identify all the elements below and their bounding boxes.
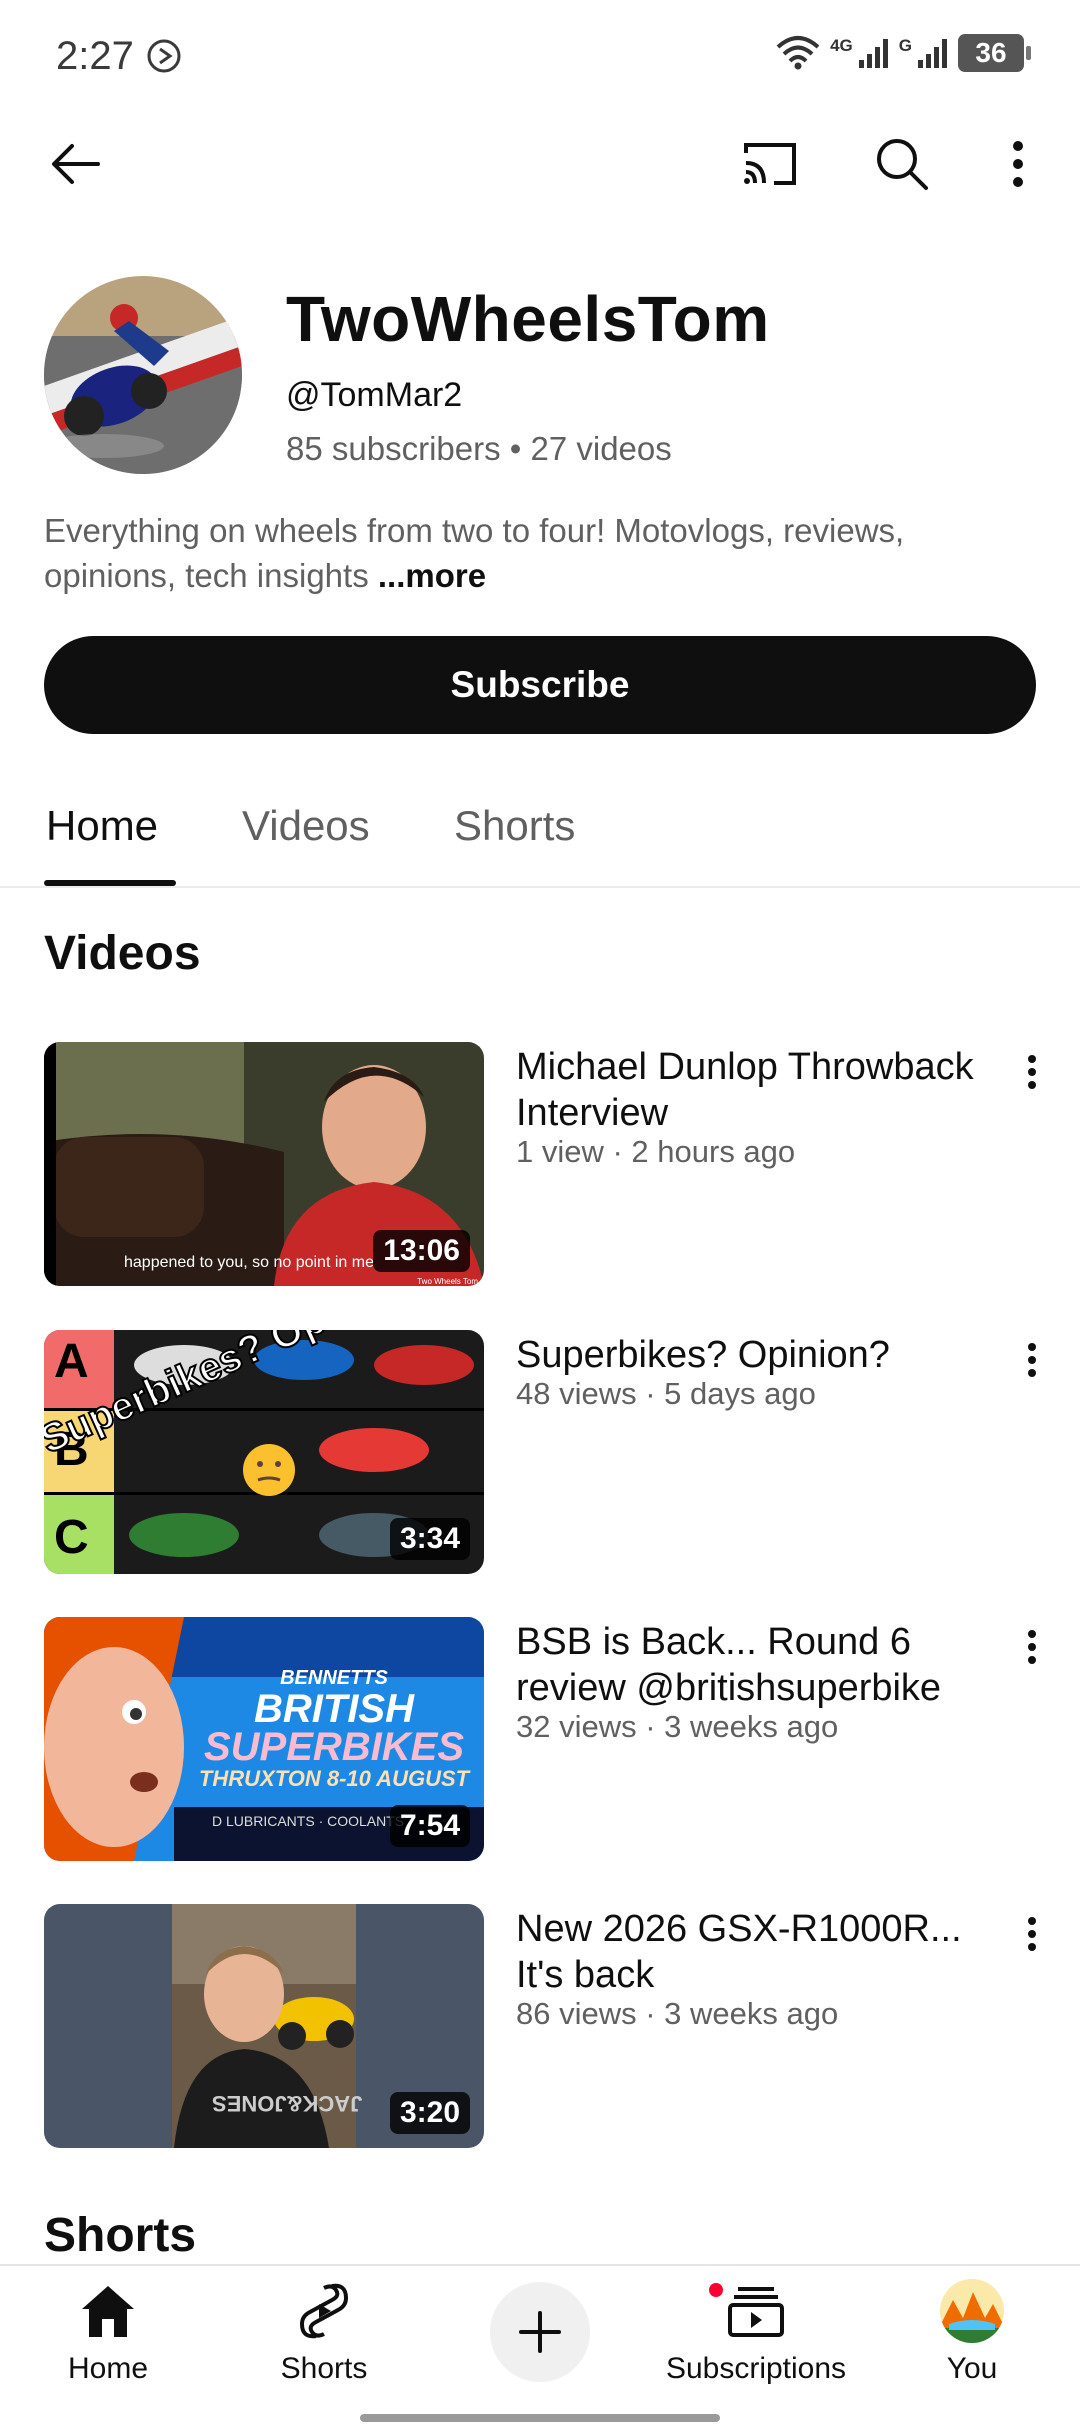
create-button[interactable] [490, 2282, 590, 2382]
video-thumbnail[interactable]: JACK&JONES 3:20 [44, 1904, 484, 2148]
video-duration: 7:54 [389, 1805, 470, 1847]
wifi-icon [776, 36, 820, 70]
video-menu-button[interactable] [1012, 1904, 1052, 1964]
video-title[interactable]: Superbikes? Opinion? [516, 1332, 986, 1378]
tier-label-c: C [54, 1511, 89, 1564]
top-app-bar [0, 120, 1080, 210]
more-options-button[interactable] [978, 124, 1058, 204]
video-duration: 13:06 [373, 1230, 470, 1272]
signal-icon-2 [918, 39, 947, 68]
bottom-navigation: Home Shorts Subscriptions You [0, 2264, 1080, 2436]
gesture-home-indicator[interactable] [360, 2414, 720, 2422]
tab-home[interactable]: Home [46, 802, 158, 850]
status-icons: 4G G 36 [776, 34, 1031, 72]
nav-label-home: Home [67, 2352, 149, 2385]
plus-icon [519, 2311, 561, 2353]
network-type-2: G [898, 36, 912, 55]
video-meta: 32 views · 3 weeks ago [516, 1709, 839, 1744]
video-menu-button[interactable] [1012, 1042, 1052, 1102]
video-duration: 3:34 [389, 1518, 470, 1560]
home-icon [82, 2286, 134, 2337]
status-bar: 2:27 4G G 36 [0, 0, 1080, 110]
channel-description[interactable]: Everything on wheels from two to four! M… [44, 508, 1044, 598]
section-title-videos: Videos [44, 927, 201, 980]
video-item[interactable]: happened to you, so no point in me Two W… [44, 1042, 1044, 1286]
video-item[interactable]: BENNETTS BRITISH SUPERBIKES THRUXTON 8-1… [44, 1617, 1044, 1861]
video-title[interactable]: BSB is Back... Round 6 review @britishsu… [516, 1619, 986, 1711]
thumb-line-5: D LUBRICANTS · COOLANTS [212, 1813, 405, 1829]
tab-shorts[interactable]: Shorts [454, 802, 575, 850]
thumbnail-shirt-text: JACK&JONES [212, 2091, 363, 2116]
search-icon [877, 139, 928, 190]
network-type-1: 4G [830, 36, 853, 55]
thumb-line-4: THRUXTON 8-10 AUGUST [198, 1766, 470, 1791]
nav-label-you: You [946, 2352, 998, 2385]
nav-shorts[interactable]: Shorts [224, 2276, 424, 2396]
channel-avatar[interactable] [44, 276, 242, 474]
subscriptions-icon [728, 2287, 784, 2337]
tab-indicator [44, 880, 176, 886]
nav-you[interactable]: You [872, 2276, 1072, 2396]
nav-home[interactable]: Home [8, 2276, 208, 2396]
video-thumbnail[interactable]: A B C Superbikes? Opinion? 3:34 [44, 1330, 484, 1574]
video-title[interactable]: Michael Dunlop Throwback Interview [516, 1044, 986, 1136]
channel-tabs: Home Videos Shorts [0, 780, 1080, 888]
video-item[interactable]: A B C Superbikes? Opinion? 3:34 Superbik… [44, 1330, 1044, 1574]
thumb-line-3: SUPERBIKES [203, 1725, 465, 1769]
subscribe-button[interactable]: Subscribe [44, 636, 1036, 734]
video-menu-button[interactable] [1012, 1617, 1052, 1677]
video-thumbnail[interactable]: BENNETTS BRITISH SUPERBIKES THRUXTON 8-1… [44, 1617, 484, 1861]
shorts-icon [299, 2283, 349, 2339]
video-meta: 48 views · 5 days ago [516, 1376, 816, 1411]
nav-label-shorts: Shorts [280, 2352, 368, 2385]
arrow-back-icon [52, 144, 100, 184]
channel-stats: 85 subscribers • 27 videos [286, 430, 672, 467]
video-meta: 86 views · 3 weeks ago [516, 1996, 839, 2031]
video-meta: 1 view · 2 hours ago [516, 1134, 796, 1169]
more-vert-icon [1028, 1343, 1036, 1377]
status-time: 2:27 [56, 34, 134, 78]
do-not-disturb-icon [147, 39, 181, 73]
video-duration: 3:20 [389, 2092, 470, 2134]
more-link[interactable]: ...more [378, 557, 486, 594]
more-vert-icon [1028, 1630, 1036, 1664]
signal-icon [858, 39, 888, 68]
search-button[interactable] [862, 124, 942, 204]
notification-dot [706, 2280, 726, 2300]
cast-button[interactable] [730, 124, 810, 204]
video-thumbnail[interactable]: happened to you, so no point in me Two W… [44, 1042, 484, 1286]
thumb-line-2: BRITISH [254, 1687, 414, 1731]
tier-label-a: A [54, 1335, 89, 1388]
channel-name: TwoWheelsTom [286, 283, 770, 355]
nav-label-subscriptions: Subscriptions [665, 2352, 847, 2385]
section-title-shorts: Shorts [44, 2209, 197, 2262]
channel-handle: @TomMar2 [286, 376, 463, 414]
cast-icon [744, 143, 796, 185]
tab-videos[interactable]: Videos [242, 802, 370, 850]
back-button[interactable] [36, 124, 116, 204]
more-vert-icon [1028, 1917, 1036, 1951]
video-menu-button[interactable] [1012, 1330, 1052, 1390]
battery-indicator: 36 [958, 34, 1031, 72]
more-vert-icon [1028, 1055, 1036, 1089]
video-title[interactable]: New 2026 GSX-R1000R... It's back [516, 1906, 986, 1998]
thumbnail-watermark: Two Wheels Tom [417, 1277, 478, 1286]
thumbnail-branding: BENNETTS BRITISH SUPERBIKES THRUXTON 8-1… [184, 1667, 484, 1792]
nav-subscriptions[interactable]: Subscriptions [656, 2276, 856, 2396]
more-vert-icon [1013, 141, 1023, 187]
video-item[interactable]: JACK&JONES 3:20 New 2026 GSX-R1000R... I… [44, 1904, 1044, 2148]
user-avatar-icon [940, 2279, 1004, 2343]
thumbnail-caption: happened to you, so no point in me [124, 1254, 374, 1271]
